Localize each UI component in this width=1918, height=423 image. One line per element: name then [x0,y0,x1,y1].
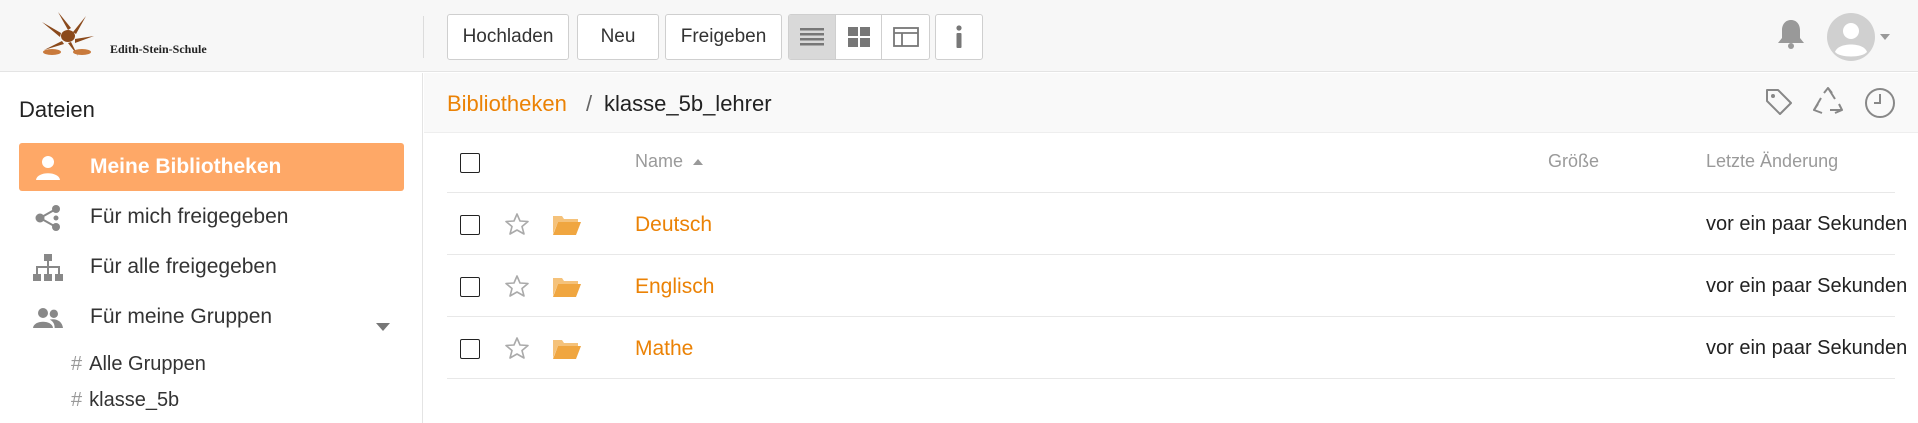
select-all-checkbox[interactable] [460,153,480,173]
view-mode-switcher [788,14,930,60]
folder-name-link[interactable]: Deutsch [635,213,712,237]
column-header-name[interactable]: Name [635,151,704,172]
table-row[interactable]: Mathe vor ein paar Sekunden [447,317,1907,379]
group-item-klasse-5b[interactable]: # klasse_5b [71,389,179,412]
school-logo[interactable]: Edith-Stein-Schule [28,10,228,62]
folder-name-link[interactable]: Mathe [635,337,693,361]
sidebar-item-label: Für mich freigegeben [90,205,289,228]
sort-up-icon [693,159,704,165]
path-bar: Bibliotheken / klasse_5b_lehrer [424,73,1918,133]
share-icon [33,205,63,231]
group-icon [33,305,63,331]
breadcrumb-separator: / [586,91,593,116]
info-button[interactable] [935,14,983,60]
folder-icon [552,338,582,365]
main-content: Bibliotheken / klasse_5b_lehrer Name Grö… [424,73,1918,423]
row-checkbox[interactable] [460,215,480,235]
star-icon[interactable] [505,213,529,240]
sidebar-item-my-libraries[interactable]: Meine Bibliotheken [19,143,404,191]
notifications-button[interactable] [1776,18,1806,55]
hash-icon: # [71,389,83,411]
history-clock-icon[interactable] [1864,87,1896,124]
table-header: Name Größe Letzte Änderung [447,133,1895,193]
header-divider [423,16,424,58]
row-checkbox[interactable] [460,277,480,297]
sidebar-item-shared-with-all[interactable]: Für alle freigegeben [19,243,404,291]
table-row[interactable]: Deutsch vor ein paar Sekunden [447,193,1907,255]
top-header: Edith-Stein-Schule Hochladen Neu Freigeb… [0,0,1918,72]
list-view-icon [799,28,824,46]
grid-view-button[interactable] [836,15,883,59]
avatar-icon [1827,13,1890,61]
folder-icon [552,276,582,303]
folder-icon [552,214,582,241]
list-view-button[interactable] [789,15,836,59]
group-item-label: Alle Gruppen [89,353,206,375]
breadcrumb-current: klasse_5b_lehrer [604,91,772,116]
bell-icon [1778,20,1804,49]
sidebar-item-label: Für meine Gruppen [90,305,273,328]
modified-time: vor ein paar Sekunden [1706,275,1908,297]
share-button[interactable]: Freigeben [665,14,782,60]
recycle-bin-icon[interactable] [1813,87,1843,122]
user-icon [33,155,63,181]
modified-time: vor ein paar Sekunden [1706,337,1908,359]
breadcrumb-libraries-link[interactable]: Bibliotheken [447,91,567,117]
group-item-all-groups[interactable]: # Alle Gruppen [71,353,206,376]
upload-button[interactable]: Hochladen [447,14,569,60]
folder-name-link[interactable]: Englisch [635,275,714,299]
sidebar-item-label: Für alle freigegeben [90,255,277,278]
new-button[interactable]: Neu [577,14,659,60]
grid-view-icon [847,27,870,47]
user-avatar-menu[interactable] [1826,12,1892,67]
star-icon[interactable] [505,337,529,364]
logo-emblem-icon [42,12,94,56]
sidebar-title: Dateien [19,97,95,122]
table-row[interactable]: Englisch vor ein paar Sekunden [447,255,1907,317]
modified-time: vor ein paar Sekunden [1706,213,1908,235]
info-icon [956,25,962,48]
row-checkbox[interactable] [460,339,480,359]
group-item-label: klasse_5b [89,389,180,411]
chevron-down-icon[interactable] [375,314,391,338]
star-icon[interactable] [505,275,529,302]
tag-icon[interactable] [1764,87,1794,122]
hash-icon: # [71,353,83,375]
sidebar-item-label: Meine Bibliotheken [90,155,282,178]
org-tree-icon [33,254,63,281]
sidebar-item-shared-with-me[interactable]: Für mich freigegeben [19,193,404,241]
column-header-label: Name [635,151,684,171]
sidebar-item-my-groups[interactable]: Für meine Gruppen [19,293,404,341]
column-header-size[interactable]: Größe [1548,151,1599,172]
sidebar: Dateien Meine Bibliotheken Für mich frei… [0,73,423,423]
column-view-icon [892,27,919,47]
logo-text: Edith-Stein-Schule [110,42,207,56]
column-header-modified[interactable]: Letzte Änderung [1706,151,1838,172]
column-view-button[interactable] [882,15,929,59]
